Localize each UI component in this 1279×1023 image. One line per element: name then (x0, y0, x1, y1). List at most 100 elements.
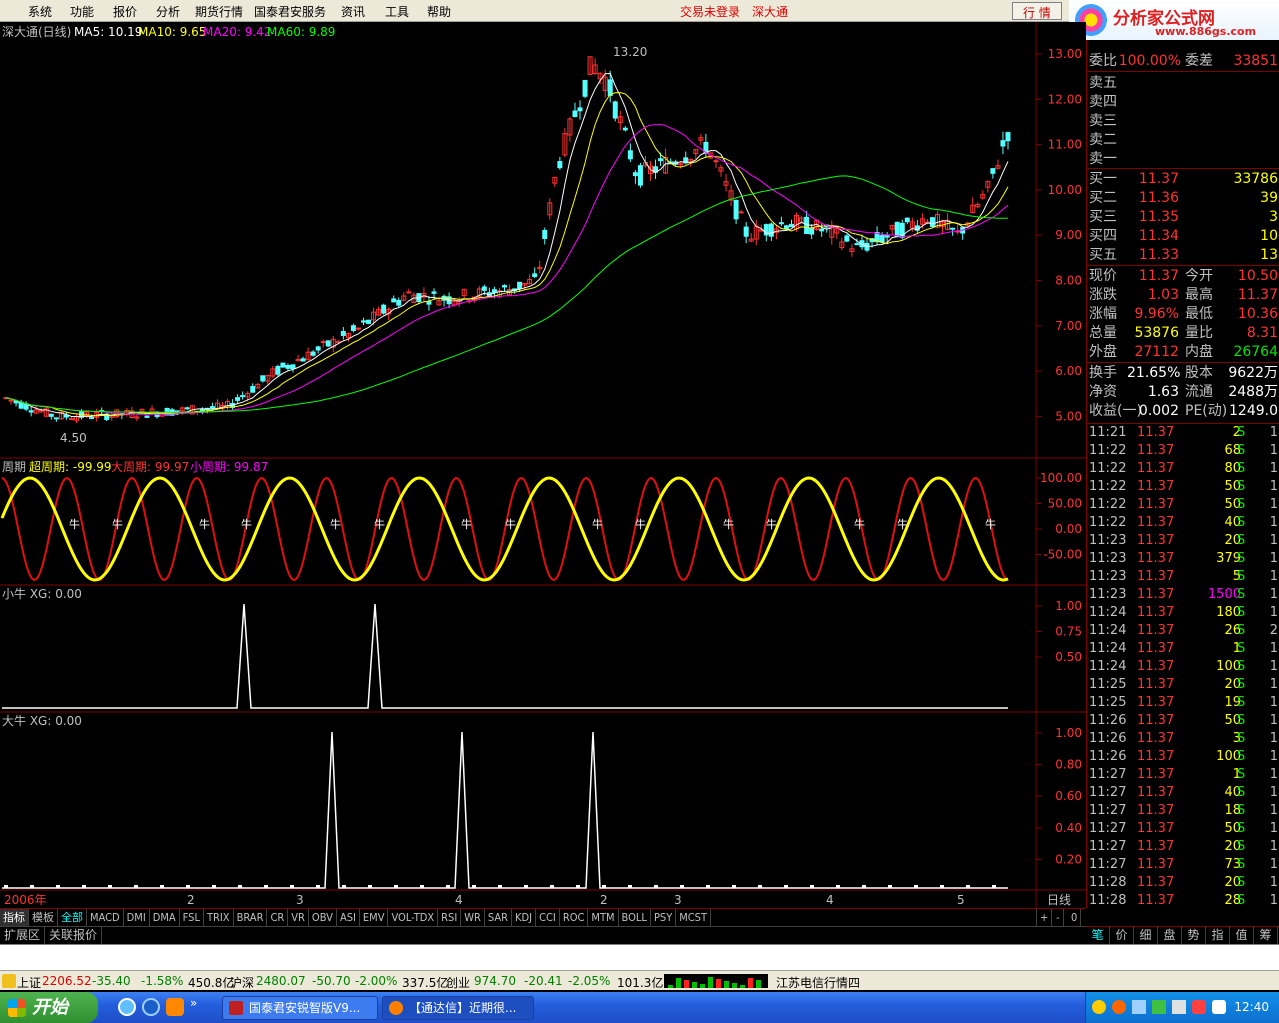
info-row: 净资 1.63 流通 2488万 (1087, 383, 1279, 402)
tab-asi[interactable]: ASI (337, 909, 360, 926)
quote-tab[interactable]: 值 (1230, 927, 1254, 944)
tick-price: 11.37 (1137, 713, 1175, 728)
menu-help[interactable]: 帮助 (427, 3, 451, 20)
tick-time: 11:24 (1089, 605, 1127, 620)
date-month: 2 (600, 893, 608, 907)
menu-futures[interactable]: 期货行情 (195, 3, 243, 20)
zoom-out-button[interactable]: - (1053, 909, 1064, 926)
ie-icon[interactable] (118, 998, 136, 1016)
signal-line (2, 731, 1008, 889)
buy-level-label: 买二 (1089, 190, 1117, 206)
tab-sar[interactable]: SAR (485, 909, 513, 926)
candle-body (884, 235, 890, 238)
tick-count: 1 (1269, 443, 1278, 458)
tab-mtm[interactable]: MTM (588, 909, 619, 926)
tick-count: 1 (1269, 695, 1278, 710)
ma60-label: MA60: 9.89 (267, 25, 335, 39)
app-icon (229, 1001, 243, 1015)
chart-canvas[interactable]: 牛 牛 牛 牛 牛 牛 牛 牛 牛 牛 牛 牛 牛 牛 牛 13.00 12.00 11.00 10.00 9.00… (0, 22, 1086, 908)
tick-row: 11:27 11.37 18 S 1 (1087, 802, 1279, 820)
menu-system[interactable]: 系统 (28, 3, 52, 20)
tick-side: S (1237, 587, 1246, 602)
tab-obv[interactable]: OBV (309, 909, 337, 926)
tab-brar[interactable]: BRAR (234, 909, 268, 926)
tab-related-quotes[interactable]: 关联报价 (45, 927, 103, 944)
tab-cr[interactable]: CR (267, 909, 289, 926)
menu-function[interactable]: 功能 (70, 3, 94, 20)
info-label: 净资 (1089, 384, 1117, 400)
tray-icon[interactable] (1172, 1000, 1186, 1014)
menu-info[interactable]: 资讯 (341, 3, 365, 20)
quote-tab[interactable]: 价 (1110, 927, 1134, 944)
tick-time: 11:27 (1089, 821, 1127, 836)
zoom-reset-button[interactable]: 0 (1068, 909, 1082, 926)
tab-mcst[interactable]: MCST (676, 909, 712, 926)
tab-dmi[interactable]: DMI (124, 909, 150, 926)
tick-row: 11:22 11.37 80 S 1 (1087, 460, 1279, 478)
tray-icon[interactable] (1112, 1000, 1126, 1014)
candle-body (582, 79, 588, 97)
sell-row: 卖四 (1087, 93, 1279, 112)
tab-cci[interactable]: CCI (536, 909, 560, 926)
tab-fsl[interactable]: FSL (180, 909, 204, 926)
tab-all[interactable]: 全部 (58, 909, 87, 926)
quote-tab-button[interactable]: 行 情 (1012, 2, 1062, 20)
tray-icon[interactable] (1092, 1000, 1106, 1014)
tick-side: S (1237, 749, 1246, 764)
menu-service[interactable]: 国泰君安服务 (254, 3, 326, 20)
tick-row: 11:26 11.37 3 S 1 (1087, 730, 1279, 748)
tab-template[interactable]: 模板 (29, 909, 58, 926)
baseline-dot (160, 885, 164, 888)
bull-marker: 牛 (330, 517, 341, 531)
tab-rsi[interactable]: RSI (438, 909, 462, 926)
tab-vr[interactable]: VR (288, 909, 309, 926)
quote-tab[interactable]: 笔 (1086, 927, 1110, 944)
tab-indicator[interactable]: 指标 (0, 909, 29, 926)
chart-area[interactable]: 牛 牛 牛 牛 牛 牛 牛 牛 牛 牛 牛 牛 牛 牛 牛 13.00 12.00 11.00 10.00 9.00… (0, 22, 1086, 908)
quote-tab[interactable]: 指 (1206, 927, 1230, 944)
zoom-in-button[interactable]: + (1036, 909, 1053, 926)
quote-tab[interactable]: 盘 (1158, 927, 1182, 944)
tab-dma[interactable]: DMA (150, 909, 180, 926)
stat-value: 26764 (1233, 344, 1278, 360)
taskbar-app-gtja[interactable]: 国泰君安锐智版V9... (222, 996, 378, 1020)
quicklaunch-more-icon[interactable]: » (190, 996, 197, 1010)
quote-tab[interactable]: 势 (1182, 927, 1206, 944)
baseline-dot (602, 885, 606, 888)
tab-roc[interactable]: ROC (560, 909, 589, 926)
axis-tick-label: 0.20 (1055, 852, 1082, 866)
tab-emv[interactable]: EMV (360, 909, 389, 926)
volume-icon[interactable] (1212, 1000, 1226, 1014)
quote-tab[interactable]: 筹 (1254, 927, 1278, 944)
tick-price: 11.37 (1137, 497, 1175, 512)
tab-wr[interactable]: WR (461, 909, 485, 926)
tray-icon[interactable] (1192, 1000, 1206, 1014)
tray-icon[interactable] (1152, 1000, 1166, 1014)
tab-psy[interactable]: PSY (651, 909, 677, 926)
quote-tab[interactable]: 细 (1134, 927, 1158, 944)
tab-trix[interactable]: TRIX (204, 909, 234, 926)
menu-tools[interactable]: 工具 (385, 3, 409, 20)
browser-icon[interactable] (142, 998, 160, 1016)
tab-vol-tdx[interactable]: VOL-TDX (388, 909, 439, 926)
candle-body (733, 199, 739, 220)
tab-extension-area[interactable]: 扩展区 (0, 927, 46, 944)
candle-body (391, 298, 397, 303)
tray-icon[interactable] (1132, 1000, 1146, 1014)
trade-login-status[interactable]: 交易未登录 (680, 3, 740, 20)
tick-row: 11:22 11.37 50 S 1 (1087, 496, 1279, 514)
axis-tick-label: 0.75 (1055, 625, 1082, 639)
taskbar-app-tdx[interactable]: 【通达信】近期很... (382, 996, 534, 1020)
menu-analysis[interactable]: 分析 (156, 3, 180, 20)
tab-boll[interactable]: BOLL (619, 909, 651, 926)
index-ticker[interactable]: 上证 2206.52 -35.40 -1.58% 450.8亿 沪深 2480.… (0, 970, 1279, 990)
tick-price: 11.37 (1137, 533, 1175, 548)
tab-macd[interactable]: MACD (87, 909, 124, 926)
tab-kdj[interactable]: KDJ (512, 909, 537, 926)
tick-count: 1 (1269, 425, 1278, 440)
menu-quote[interactable]: 报价 (113, 3, 137, 20)
date-month: 5 (957, 893, 965, 907)
period-label[interactable]: 日线 (1047, 893, 1071, 907)
qq-icon[interactable] (166, 998, 184, 1016)
start-button[interactable]: 开始 (0, 992, 98, 1023)
